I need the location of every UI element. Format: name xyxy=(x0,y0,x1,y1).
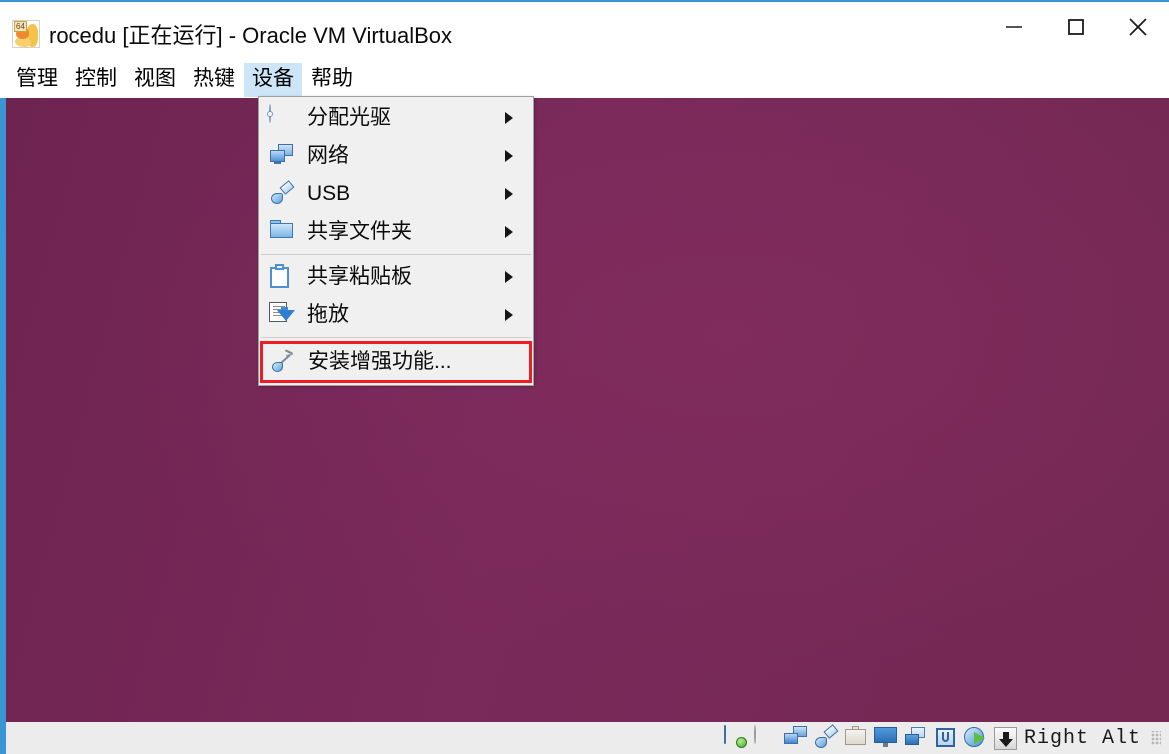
guest-additions-icon xyxy=(270,349,296,375)
close-button[interactable] xyxy=(1107,4,1169,50)
usb-icon[interactable] xyxy=(814,724,839,750)
drag-drop-icon xyxy=(269,302,295,328)
clipboard-icon xyxy=(269,264,295,290)
menu-option-shared-clipboard[interactable]: 共享粘贴板 xyxy=(259,258,533,296)
close-icon xyxy=(1129,18,1147,36)
menu-separator xyxy=(261,337,531,338)
recording-icon[interactable] xyxy=(904,726,928,750)
chevron-right-icon xyxy=(505,188,513,200)
vm-desktop-wallpaper xyxy=(6,98,1169,722)
menu-option-label: 分配光驱 xyxy=(307,106,391,129)
shared-folder-icon[interactable] xyxy=(844,726,868,750)
vm-guest-display[interactable] xyxy=(6,98,1169,722)
status-bar: Right Alt xyxy=(0,722,1169,754)
vm-icon-64-badge: 64 xyxy=(14,21,27,32)
menu-item-manage[interactable]: 管理 xyxy=(8,63,66,97)
menu-option-network[interactable]: 网络 xyxy=(259,137,533,175)
chevron-right-icon xyxy=(505,309,513,321)
chevron-right-icon xyxy=(505,226,513,238)
display-icon[interactable] xyxy=(873,726,898,750)
host-key-icon[interactable] xyxy=(993,726,1017,750)
menu-item-view[interactable]: 视图 xyxy=(126,63,184,97)
window-title: rocedu [正在运行] - Oracle VM VirtualBox xyxy=(49,23,453,48)
menu-item-hotkeys[interactable]: 热键 xyxy=(185,63,243,97)
minimize-button[interactable] xyxy=(983,4,1045,50)
menu-item-help[interactable]: 帮助 xyxy=(303,63,361,97)
host-key-label: Right Alt xyxy=(1023,726,1141,750)
minimize-icon xyxy=(1006,26,1022,28)
network-icon[interactable] xyxy=(783,726,808,750)
menu-option-shared-folders[interactable]: 共享文件夹 xyxy=(259,213,533,251)
title-bar-left: 64 rocedu [正在运行] - Oracle VM VirtualBox xyxy=(12,14,452,54)
menu-option-label: 共享粘贴板 xyxy=(307,265,412,288)
menu-option-label: 安装增强功能... xyxy=(308,350,452,373)
vm-screen-area[interactable] xyxy=(0,98,1169,722)
menu-bar: 管理 控制 视图 热键 设备 帮助 xyxy=(0,62,1169,98)
menu-option-usb[interactable]: USB xyxy=(259,175,533,213)
usb-icon xyxy=(269,180,295,207)
menu-option-label: 网络 xyxy=(307,144,349,167)
devices-dropdown-menu: 分配光驱 网络 USB 共享文件夹 共享粘贴板 拖放 安装增强功能... xyxy=(258,96,534,386)
maximize-icon xyxy=(1068,19,1084,35)
menu-separator xyxy=(261,254,531,255)
menu-item-control[interactable]: 控制 xyxy=(67,63,125,97)
virtualbox-vm-icon: 64 xyxy=(12,20,40,48)
cpu-icon[interactable] xyxy=(934,726,958,750)
hard-disk-icon[interactable] xyxy=(723,725,748,750)
optical-disc-icon xyxy=(269,104,295,131)
menu-option-label: 共享文件夹 xyxy=(307,220,412,243)
menu-option-install-guest-additions[interactable]: 安装增强功能... xyxy=(260,341,532,383)
menu-option-drag-and-drop[interactable]: 拖放 xyxy=(259,296,533,334)
title-bar: 64 rocedu [正在运行] - Oracle VM VirtualBox xyxy=(0,0,1169,64)
network-icon xyxy=(269,143,295,169)
menu-item-devices[interactable]: 设备 xyxy=(244,63,302,97)
window-controls xyxy=(983,4,1169,50)
optical-disc-icon[interactable] xyxy=(753,725,778,750)
chevron-right-icon xyxy=(505,271,513,283)
shared-folder-icon xyxy=(269,219,295,245)
menu-option-assign-optical-drive[interactable]: 分配光驱 xyxy=(259,99,533,137)
menu-option-label: USB xyxy=(307,182,351,205)
maximize-button[interactable] xyxy=(1045,4,1107,50)
menu-option-label: 拖放 xyxy=(307,303,349,326)
chevron-right-icon xyxy=(505,150,513,162)
chevron-right-icon xyxy=(505,112,513,124)
virtualbox-window: 64 rocedu [正在运行] - Oracle VM VirtualBox xyxy=(0,0,1169,754)
resize-grip-icon[interactable] xyxy=(1151,731,1161,745)
mouse-integration-icon[interactable] xyxy=(963,726,988,750)
